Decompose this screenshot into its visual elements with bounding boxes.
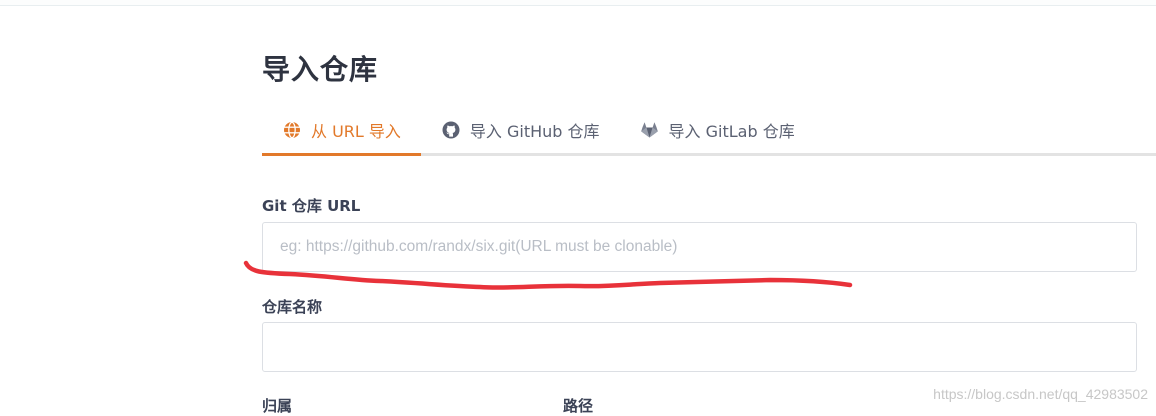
page-title: 导入仓库 [262, 53, 379, 86]
tab-import-gitlab[interactable]: 导入 GitLab 仓库 [620, 106, 815, 153]
git-url-input[interactable] [262, 222, 1137, 272]
tab-import-from-url[interactable]: 从 URL 导入 [262, 106, 421, 156]
path-label: 路径 [563, 397, 594, 415]
tab-import-github[interactable]: 导入 GitHub 仓库 [421, 106, 620, 153]
repo-name-input[interactable] [262, 322, 1137, 372]
top-divider [0, 0, 1156, 6]
globe-icon [282, 120, 302, 140]
import-tabs: 从 URL 导入 导入 GitHub 仓库 导入 GitLab 仓库 [262, 106, 1156, 156]
tab-label: 从 URL 导入 [311, 121, 401, 141]
git-url-label: Git 仓库 URL [262, 197, 361, 215]
tab-label: 导入 GitLab 仓库 [668, 121, 795, 141]
owner-label: 归属 [262, 397, 293, 415]
github-icon [441, 120, 461, 140]
repo-name-label: 仓库名称 [262, 298, 323, 316]
watermark: https://blog.csdn.net/qq_42983502 [933, 386, 1148, 402]
gitlab-icon [640, 120, 660, 140]
tab-label: 导入 GitHub 仓库 [469, 121, 600, 141]
